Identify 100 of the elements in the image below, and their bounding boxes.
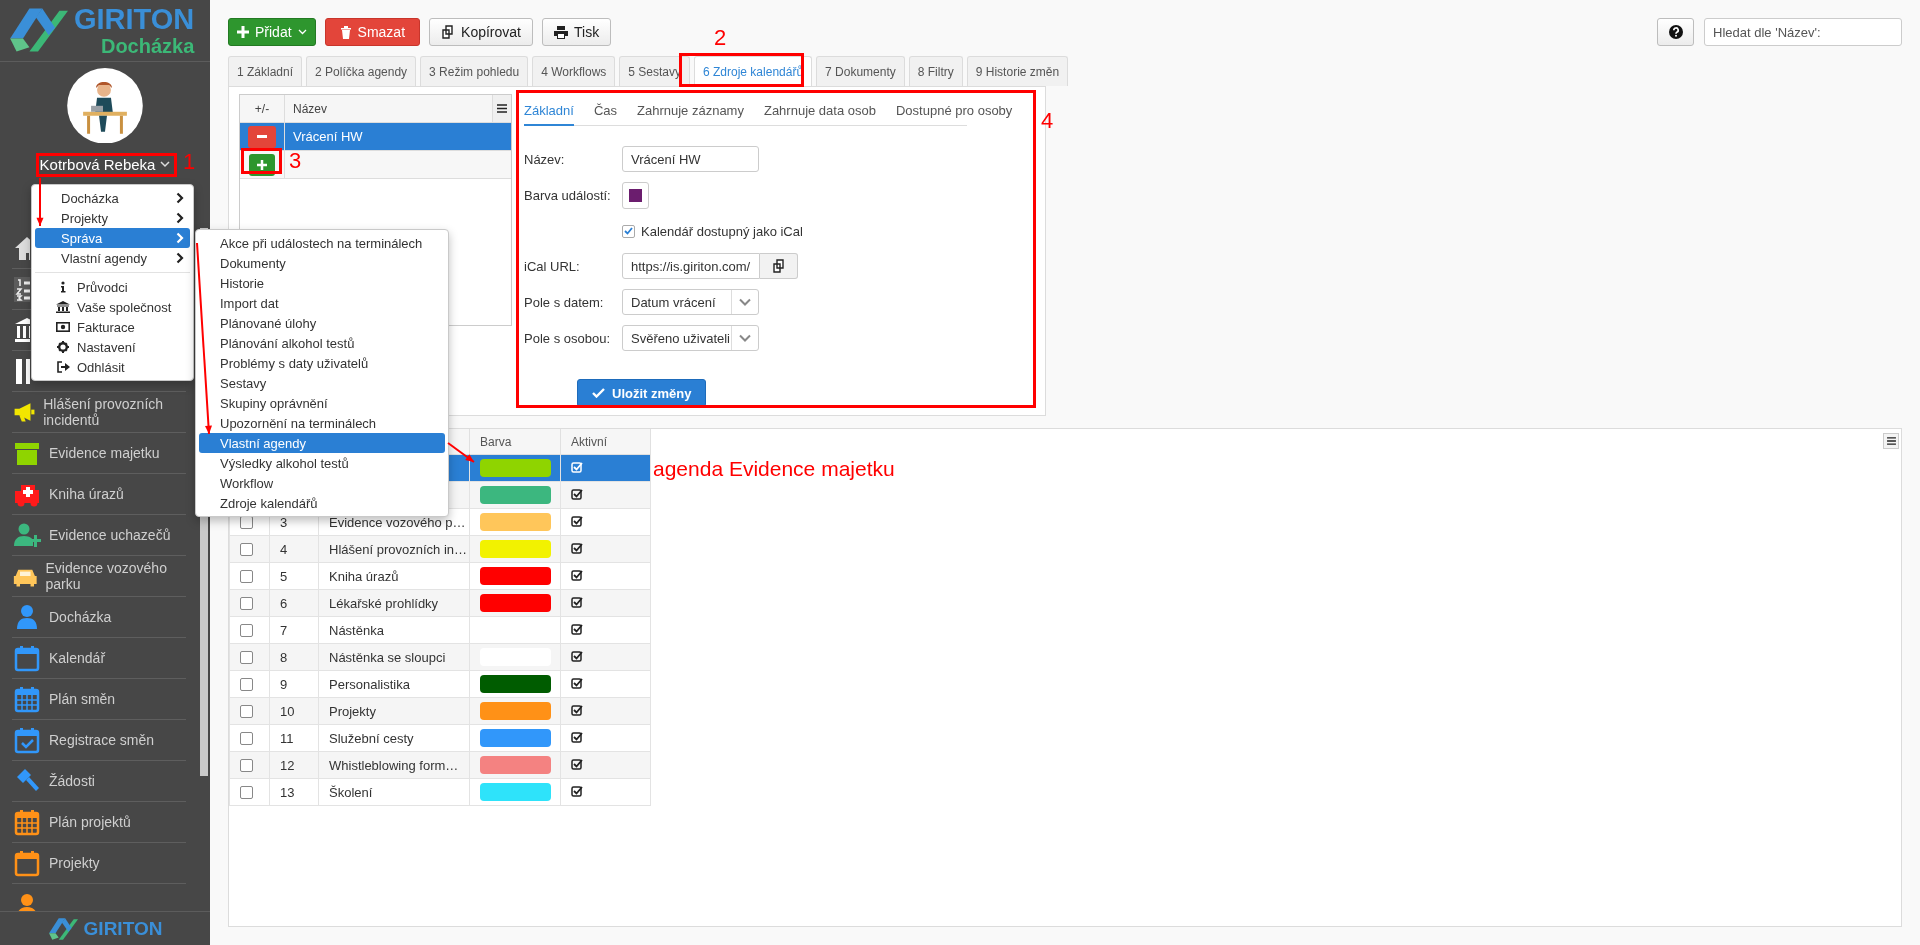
menu-button[interactable]: [492, 95, 511, 122]
help-icon: [1668, 25, 1683, 39]
sidebar-item[interactable]: Evidence vozového parku: [12, 556, 186, 598]
sidebar-item[interactable]: Evidence majetku: [12, 433, 186, 475]
table-row[interactable]: 9 Personalistika: [229, 670, 651, 698]
sidebar-item[interactable]: Projekty: [12, 843, 186, 885]
sidebar-item[interactable]: Evidence uchazečů: [12, 515, 186, 557]
table-row[interactable]: 8 Nástěnka se sloupci: [229, 643, 651, 671]
tab[interactable]: Zahrnuje data osob: [763, 99, 876, 126]
table-cell: Nástěnka: [329, 622, 384, 638]
select-field[interactable]: Datum vrácení: [622, 289, 759, 315]
name-field[interactable]: Vrácení HW: [622, 146, 759, 172]
menu-item[interactable]: Historie: [199, 273, 445, 293]
tab[interactable]: 2 Políčka agendy: [306, 56, 417, 86]
print-button[interactable]: Tisk: [542, 18, 612, 46]
delete-button[interactable]: Smazat: [324, 18, 421, 46]
table-row[interactable]: 11 Služební cesty: [229, 724, 651, 752]
checkbox[interactable]: [240, 785, 253, 799]
checkbox[interactable]: [240, 623, 253, 637]
brand-name: GIRITON: [83, 917, 163, 940]
table-row[interactable]: 12 Whistleblowing form…: [229, 751, 651, 779]
search-field[interactable]: Hledat dle 'Název':: [1704, 18, 1902, 46]
menu-item[interactable]: Průvodci: [35, 277, 190, 297]
table-row[interactable]: 4 Hlášení provozních in…: [229, 535, 651, 563]
tab[interactable]: 4 Workflows: [532, 56, 616, 86]
checkbox[interactable]: [240, 677, 253, 691]
color-picker[interactable]: [622, 182, 649, 209]
home-icon[interactable]: [13, 234, 30, 263]
checkbox[interactable]: [240, 758, 253, 772]
tab[interactable]: 7 Dokumenty: [816, 56, 905, 86]
table-row[interactable]: 7 Nástěnka: [229, 616, 651, 644]
menu-item[interactable]: Nastavení: [35, 337, 190, 357]
sidebar-item[interactable]: Registrace směn: [12, 720, 186, 762]
tab[interactable]: Dostupné pro osoby: [896, 99, 1013, 126]
tab[interactable]: Zahrnuje záznamy: [637, 99, 744, 126]
menu-item[interactable]: Problémy s daty uživatelů: [199, 353, 445, 373]
bank-icon[interactable]: [13, 316, 30, 345]
checkbox[interactable]: [240, 569, 253, 583]
tab[interactable]: Čas: [593, 99, 617, 126]
tab[interactable]: Základní: [524, 99, 574, 126]
menu-button[interactable]: [1883, 433, 1899, 449]
sidebar-item[interactable]: Žádosti: [12, 761, 186, 803]
table-cell: 11: [280, 730, 294, 746]
user-menu-button[interactable]: Kotrbová Rebeka: [33, 153, 177, 176]
numbered-list-icon[interactable]: [13, 275, 30, 304]
menu-item[interactable]: Správa: [35, 228, 190, 248]
checkbox[interactable]: [240, 731, 253, 745]
menu-item[interactable]: Vaše společnost: [35, 297, 190, 317]
menu-item[interactable]: Plánování alkohol testů: [199, 333, 445, 353]
copy-button[interactable]: [760, 253, 798, 279]
menu-item[interactable]: Dokumenty: [199, 253, 445, 273]
help-button[interactable]: [1657, 18, 1694, 46]
menu-item[interactable]: Plánované úlohy: [199, 313, 445, 333]
save-button[interactable]: Uložit změny: [577, 379, 707, 407]
checkbox[interactable]: [622, 224, 635, 238]
table-cell: 5: [280, 568, 288, 584]
columns-icon[interactable]: [13, 357, 30, 386]
sidebar-item[interactable]: Plán směn: [12, 679, 186, 721]
sidebar-item[interactable]: Kalendář: [12, 638, 186, 680]
checkbox[interactable]: [240, 542, 253, 556]
sidebar-item[interactable]: Docházka: [12, 597, 186, 639]
menu-item[interactable]: Docházka: [35, 188, 190, 208]
menu-item[interactable]: Odhlásit: [35, 357, 190, 377]
tab[interactable]: 8 Filtry: [908, 56, 963, 86]
chevron-right-icon: [176, 232, 184, 244]
tab[interactable]: 5 Sestavy: [619, 56, 690, 86]
url-field[interactable]: https://is.giriton.com/: [622, 253, 760, 279]
menu-item[interactable]: Výsledky alkohol testů: [199, 453, 445, 473]
table-row[interactable]: 5 Kniha úrazů: [229, 562, 651, 590]
menu-item[interactable]: Akce při událostech na terminálech: [199, 233, 445, 253]
copy-button[interactable]: Kopírovat: [429, 18, 533, 46]
menu-item[interactable]: Vlastní agendy: [199, 433, 445, 453]
sidebar-item[interactable]: Plán projektů: [12, 802, 186, 844]
table-row[interactable]: 13 Školení: [229, 778, 651, 806]
menu-item[interactable]: Sestavy: [199, 373, 445, 393]
table-row[interactable]: 10 Projekty: [229, 697, 651, 725]
table-cell: Kniha úrazů: [329, 568, 399, 584]
checkbox[interactable]: [240, 596, 253, 610]
tab[interactable]: 1 Základní: [228, 56, 303, 86]
menu-item[interactable]: Fakturace: [35, 317, 190, 337]
sidebar-item[interactable]: Hlášení provozních incidentů: [12, 392, 186, 434]
checkbox[interactable]: [240, 650, 253, 664]
menu-item[interactable]: Upozornění na terminálech: [199, 413, 445, 433]
menu-item[interactable]: Projekty: [35, 208, 190, 228]
menu-item[interactable]: Import dat: [199, 293, 445, 313]
select-field[interactable]: Svěřeno uživateli: [622, 325, 759, 351]
checkbox[interactable]: [240, 704, 253, 718]
tab[interactable]: 6 Zdroje kalendářů: [694, 56, 813, 86]
menu-item[interactable]: Vlastní agendy: [35, 248, 190, 268]
table-cell: Projekty: [329, 703, 376, 719]
calendar-grid-icon: [13, 808, 41, 837]
tab[interactable]: 3 Režim pohledu: [420, 56, 529, 86]
add-button[interactable]: Přidat: [228, 18, 316, 46]
menu-item[interactable]: Workflow: [199, 473, 445, 493]
tab[interactable]: 9 Historie změn: [966, 56, 1069, 86]
menu-item[interactable]: Skupiny oprávnění: [199, 393, 445, 413]
remove-button[interactable]: [248, 125, 276, 148]
table-row[interactable]: 6 Lékařské prohlídky: [229, 589, 651, 617]
grid-row[interactable]: Vrácení HW: [240, 123, 511, 151]
sidebar-item[interactable]: Kniha úrazů: [12, 474, 186, 516]
